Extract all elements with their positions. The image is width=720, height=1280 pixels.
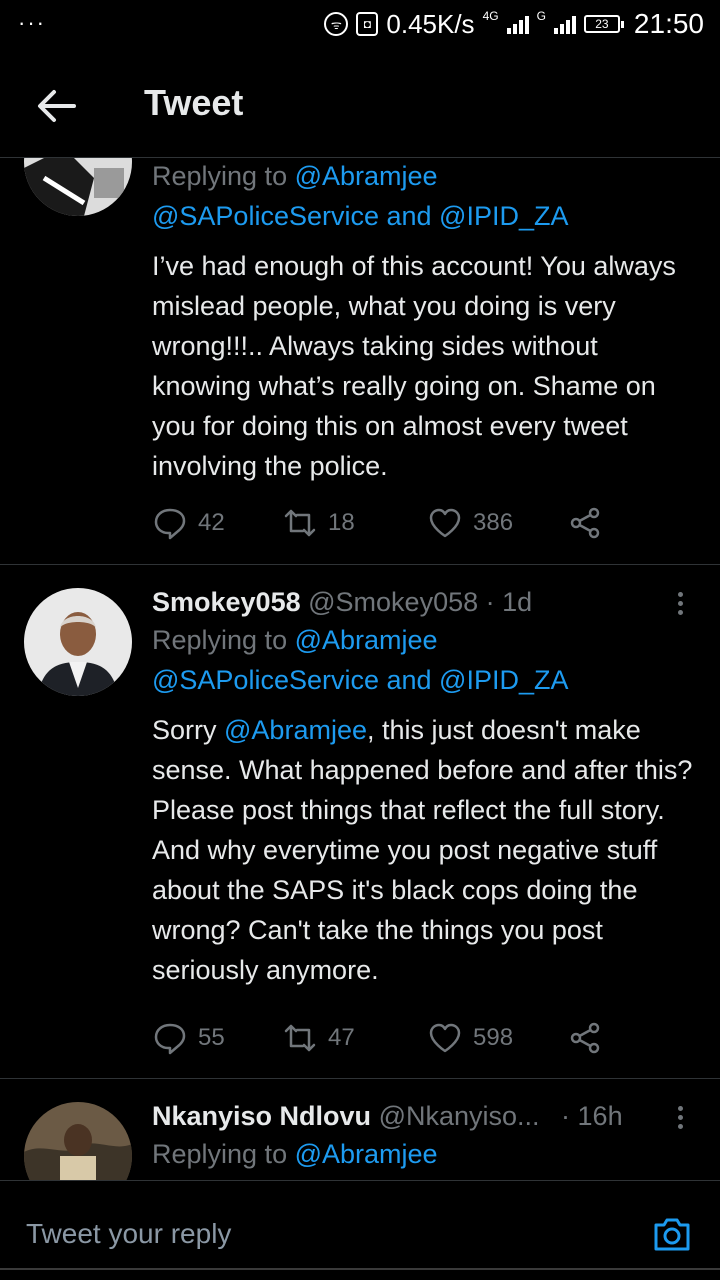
share-button[interactable] [567,505,603,541]
network-type-2: G [536,9,546,23]
back-arrow-icon[interactable] [34,84,78,128]
share-icon [570,1022,600,1054]
tweet-header: Nkanyiso Ndlovu @Nkanyiso... · 16h [152,1098,700,1134]
reply-count: 42 [198,509,225,536]
tweet-text: I’ve had enough of this account! You alw… [152,251,676,481]
avatar[interactable] [24,158,132,216]
camera-icon[interactable] [650,1211,694,1255]
signal-bars-1-icon [506,14,529,34]
retweet-icon [284,1024,316,1052]
retweet-count: 47 [328,1024,355,1051]
status-icons: ᯤ ◘ 0.45K/s 4G G 23 21:50 [324,8,704,40]
like-button[interactable]: 598 [427,1020,567,1056]
replying-to-others[interactable]: @SAPoliceService and @IPID_ZA [152,660,700,700]
reply-compose-bar [0,1180,720,1280]
avatar[interactable] [24,588,132,696]
retweet-button[interactable]: 18 [282,505,427,541]
user-handle[interactable]: @Nkanyiso... [379,1101,540,1131]
timestamp: · 16h [561,1101,623,1131]
mention-link[interactable]: @Abramjee [295,625,438,655]
tweet-divider [0,1078,720,1079]
reply-button[interactable]: 55 [152,1020,282,1056]
avatar[interactable] [24,1102,132,1180]
retweet-icon [284,509,316,537]
replying-to: Replying to @Abramjee [152,1139,438,1169]
network-type-1: 4G [482,9,499,23]
tweet-divider [0,564,720,565]
mention-link[interactable]: @Abramjee [224,715,367,745]
display-name[interactable]: Nkanyiso Ndlovu [152,1101,371,1131]
mention-link[interactable]: @Abramjee [295,161,438,191]
like-count: 386 [473,509,514,536]
share-icon [570,507,600,539]
more-options-icon[interactable] [670,588,690,624]
tweet-body: Nkanyiso Ndlovu @Nkanyiso... · 16h Reply… [152,1098,700,1174]
tweet-actions: 42 18 386 [152,503,603,543]
user-handle[interactable]: @Smokey058 [308,587,478,617]
mention-link[interactable]: @Abramjee [295,1139,438,1169]
heart-icon [429,1023,461,1053]
retweet-count: 18 [328,509,355,536]
page-title: Tweet [144,82,244,123]
replying-to: Replying to @Abramjee [152,161,438,191]
reply-icon [154,508,186,540]
reply-button[interactable]: 42 [152,505,282,541]
notification-dots: ··· [18,10,46,35]
network-speed: 0.45K/s [386,8,475,39]
reply-icon [154,1023,186,1055]
reply-count: 55 [198,1024,225,1051]
share-button[interactable] [567,1020,603,1056]
screenshot-icon: ◘ [356,12,379,36]
like-count: 598 [473,1024,514,1051]
replying-to-others[interactable]: @SAPoliceService and @IPID_ZA [152,196,700,236]
like-button[interactable]: 386 [427,505,567,541]
reply-feed[interactable]: Replying to @Abramjee @SAPoliceService a… [0,158,720,1180]
tweet-header: Smokey058 @Smokey058 · 1d [152,584,700,620]
vibrate-icon: ᯤ [324,12,349,36]
compose-divider [0,1268,720,1270]
timestamp: · 1d [485,587,533,617]
signal-bars-2-icon [553,14,576,34]
battery-level: 23 [595,17,609,31]
display-name[interactable]: Smokey058 [152,587,301,617]
tweet-body: Smokey058 @Smokey058 · 1d Replying to @A… [152,584,700,990]
retweet-button[interactable]: 47 [282,1020,427,1056]
top-app-bar: Tweet [0,50,720,158]
heart-icon [429,508,461,538]
tweet-actions: 55 47 598 [152,1018,603,1058]
clock: 21:50 [633,8,704,39]
replying-to: Replying to @Abramjee [152,625,438,655]
battery-icon: 23 [583,15,624,33]
status-bar: ··· ᯤ ◘ 0.45K/s 4G G 23 21:50 [0,0,720,50]
more-options-icon[interactable] [670,1102,690,1138]
tweet-text: Sorry @Abramjee, this just doesn't make … [152,715,693,985]
tweet-body: Replying to @Abramjee @SAPoliceService a… [152,158,700,486]
reply-input[interactable] [24,1209,588,1259]
